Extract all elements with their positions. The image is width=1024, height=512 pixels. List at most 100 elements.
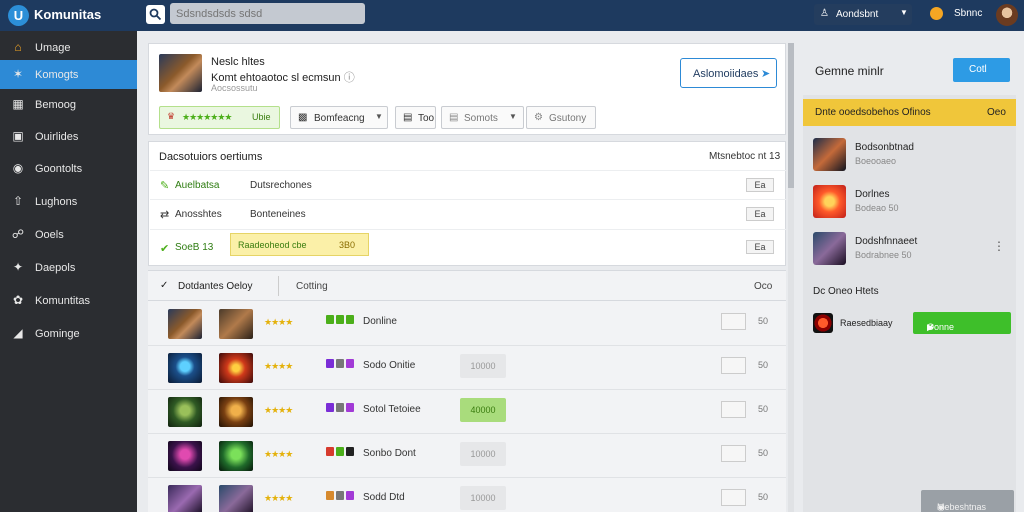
search-button[interactable]: [146, 5, 165, 24]
sidebar-item-gominge[interactable]: ◢ Gominge: [0, 319, 137, 348]
filter-button-gsutony[interactable]: ⚙ Gsutony: [526, 106, 596, 129]
game-thumbnail[interactable]: [159, 54, 202, 92]
folder-icon: ▩: [298, 112, 308, 123]
sidebar-item-ooels[interactable]: ☍ Ooels: [0, 220, 137, 249]
filter-dropdown-primary[interactable]: ▩ Bomfeacng ▼: [290, 106, 388, 129]
sidebar-item-lughons[interactable]: ⇧ Lughons: [0, 187, 137, 216]
sidebar-item-komogts[interactable]: ✶ Komogts: [0, 60, 137, 89]
checkbox[interactable]: [721, 489, 746, 506]
list-item[interactable]: ✎ Auelbatsa Dutsrechones Ea: [150, 170, 786, 198]
details-panel: Dacsotuiors oertiums Mtsnebtoc nt 13 ✎ A…: [148, 141, 786, 266]
game-chip[interactable]: 40000: [460, 398, 506, 422]
floating-button[interactable]: ◉ Mebeshtnas: [921, 490, 1014, 512]
checkbox[interactable]: [721, 357, 746, 374]
user-menu[interactable]: ♙ Aondsbnt ▼: [814, 4, 912, 25]
chart-icon: ▦: [12, 97, 24, 111]
table-row[interactable]: ★★★★ Sotol Tetoiee 40000 50: [148, 390, 786, 434]
games-table: ✓ Dotdantes Oeloy Cotting Oco ★★★★ Donlin…: [148, 270, 786, 512]
game-avatar[interactable]: [813, 185, 846, 218]
scrollbar-thumb[interactable]: [788, 43, 794, 188]
rating-stars: ★★★★: [264, 449, 293, 459]
filter-button-too[interactable]: ▤ Too: [395, 106, 436, 129]
rating-chip[interactable]: ♛ ★★★★★★★ Ubie: [159, 106, 280, 129]
game-avatar[interactable]: [168, 309, 202, 339]
table-row[interactable]: ★★★★ Donline 50: [148, 302, 786, 346]
sidebar-item-label: Umage: [35, 42, 71, 54]
sidebar-item-goontolts[interactable]: ◉ Goontolts: [0, 154, 137, 183]
list-item[interactable]: ⇄ Anosshtes Bonteneines Ea: [150, 199, 786, 227]
featured-bar-link[interactable]: Oeo: [987, 107, 1006, 118]
tab-active[interactable]: Dotdantes Oeloy: [178, 281, 253, 292]
details-heading: Dacsotuiors oertiums: [159, 151, 263, 163]
game-avatar[interactable]: [219, 485, 253, 512]
filter-dropdown-somots[interactable]: ▤ Somots ▼: [441, 106, 524, 129]
search-input[interactable]: [170, 3, 365, 24]
rating-stars: ★★★★: [264, 317, 293, 327]
checkbox[interactable]: [721, 445, 746, 462]
right-panel-button[interactable]: Cotl: [953, 58, 1010, 82]
table-row[interactable]: ★★★★ Sodd Dtd 10000 50: [148, 478, 786, 512]
sidebar-item-ouirlides[interactable]: ▣ Ouirlides: [0, 122, 137, 151]
list-item[interactable]: Bodsonbtnad Boeooaeo: [803, 132, 1016, 178]
game-number: 50: [758, 448, 769, 458]
tag-swatch: [346, 403, 354, 412]
featured-bar[interactable]: Dnte ooedsobehos Ofinos Oeo: [803, 99, 1016, 126]
game-avatar[interactable]: [219, 441, 253, 471]
scrollbar[interactable]: [788, 43, 794, 512]
game-chip[interactable]: 10000: [460, 442, 506, 466]
game-avatar[interactable]: [168, 353, 202, 383]
layers-icon: ▤: [449, 112, 459, 123]
row-badge[interactable]: Ea: [746, 240, 774, 254]
game-avatar[interactable]: [813, 232, 846, 265]
highlight-tag[interactable]: Raadeoheod cbe 3B0: [230, 233, 369, 256]
game-avatar[interactable]: [219, 353, 253, 383]
game-avatar[interactable]: [219, 309, 253, 339]
table-row[interactable]: ★★★★ Sodo Onitie 10000 50: [148, 346, 786, 390]
coin-label[interactable]: Sbnnc: [954, 8, 982, 19]
sidebar: ⌂ Umage ✶ Komogts ▦ Bemoog ▣ Ouirlides ◉ Goon…: [0, 31, 137, 512]
item-title: Dorlnes: [855, 189, 890, 200]
table-row[interactable]: ★★★★ Sonbo Dont 10000 50: [148, 434, 786, 478]
checkbox[interactable]: [721, 401, 746, 418]
game-avatar[interactable]: [219, 397, 253, 427]
list-item[interactable]: ✔ SoeB 13 Raadeoheod cbe 3B0 Ea: [150, 229, 786, 265]
row-badge[interactable]: Ea: [746, 178, 774, 192]
game-avatar[interactable]: [813, 138, 846, 171]
game-number: 50: [758, 360, 769, 370]
more-icon[interactable]: ⋮: [993, 239, 1005, 253]
upload-icon: ⇧: [12, 194, 24, 208]
sidebar-item-label: Ooels: [35, 229, 64, 241]
sidebar-item-bemoog[interactable]: ▦ Bemoog: [0, 90, 137, 119]
game-avatar[interactable]: [813, 313, 833, 333]
rating-stars: ★★★★: [264, 405, 293, 415]
game-avatar[interactable]: [168, 397, 202, 427]
app-logo[interactable]: U: [8, 5, 29, 26]
primary-action-button[interactable]: Aslomoiidaes ➤: [680, 58, 777, 88]
sidebar-item-umage[interactable]: ⌂ Umage: [0, 33, 137, 62]
game-chip[interactable]: 10000: [460, 354, 506, 378]
tag-swatch: [336, 315, 344, 324]
check-icon: ✔: [160, 243, 170, 255]
checkbox[interactable]: [721, 313, 746, 330]
game-avatar[interactable]: [168, 441, 202, 471]
game-chip[interactable]: 10000: [460, 486, 506, 510]
game-number: 50: [758, 316, 769, 326]
game-avatar[interactable]: [168, 485, 202, 512]
tab-right[interactable]: Oco: [754, 281, 772, 292]
sidebar-item-label: Ouirlides: [35, 131, 79, 143]
info-icon[interactable]: ⓘ: [344, 72, 355, 84]
list-item[interactable]: Dorlnes Bodeao 50: [803, 179, 1016, 225]
game-subtitle: Aocsossutu: [211, 83, 258, 93]
join-button-label: Oonne: [927, 322, 955, 332]
sidebar-item-daepols[interactable]: ✦ Daepols: [0, 253, 137, 282]
tag-icons: [326, 315, 356, 326]
sidebar-item-komuntitas[interactable]: ✿ Komuntitas: [0, 286, 137, 315]
pencil-icon: ✎: [160, 180, 170, 192]
rating-chip-label: Ubie: [252, 112, 271, 122]
row-badge[interactable]: Ea: [746, 207, 774, 221]
avatar[interactable]: [996, 4, 1018, 26]
list-item[interactable]: Dodshfnnaeet Bodrabnee 50 ⋮: [803, 226, 1016, 272]
tab-second[interactable]: Cotting: [296, 281, 328, 292]
join-button[interactable]: ✔ ▶ Oonne: [913, 312, 1011, 334]
right-panel: Gemne minlr Cotl Dnte ooedsobehos Ofinos…: [803, 43, 1016, 512]
